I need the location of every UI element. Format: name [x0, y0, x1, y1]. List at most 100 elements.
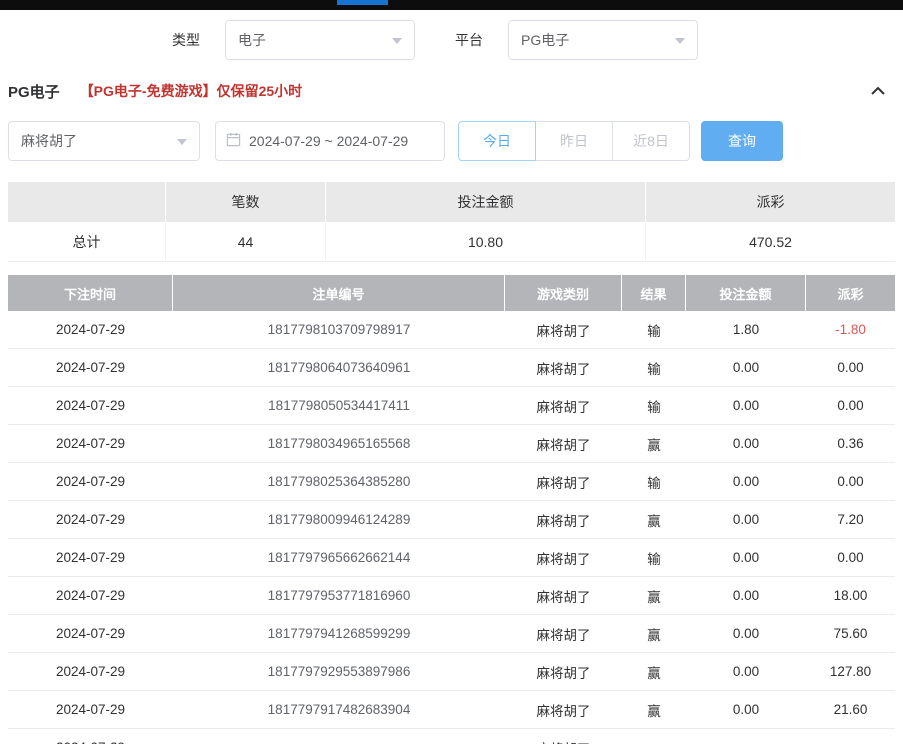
cell-id: 1817798064073640961 [173, 349, 505, 387]
cell-payout [806, 729, 895, 744]
cell-result: 输 [622, 463, 686, 501]
cell-bet: 0.00 [686, 501, 806, 539]
cell-bet: 0.00 [686, 691, 806, 729]
cell-result: 输 [622, 387, 686, 425]
header-payout: 派彩 [806, 275, 895, 311]
table-row: 2024-07-29 麻将胡了 [8, 729, 895, 744]
type-select-value: 电子 [238, 30, 392, 50]
collapse-button[interactable] [869, 84, 887, 98]
cell-result: 赢 [622, 615, 686, 653]
platform-label: 平台 [455, 30, 483, 50]
cell-result: 输 [622, 349, 686, 387]
cell-bet: 0.00 [686, 539, 806, 577]
cell-result: 输 [622, 311, 686, 349]
table-header-row: 下注时间 注单编号 游戏类别 结果 投注金额 派彩 [8, 275, 895, 311]
type-label: 类型 [172, 30, 200, 50]
date-range-value: 2024-07-29 ~ 2024-07-29 [249, 133, 408, 149]
cell-game: 麻将胡了 [505, 425, 622, 463]
cell-date: 2024-07-29 [8, 425, 173, 463]
cell-date: 2024-07-29 [8, 691, 173, 729]
cell-id: 1817797929553897986 [173, 653, 505, 691]
cell-result: 赢 [622, 653, 686, 691]
cell-payout: 18.00 [806, 577, 895, 615]
cell-result: 赢 [622, 501, 686, 539]
cell-date: 2024-07-29 [8, 577, 173, 615]
table-row: 2024-07-29 1817798050534417411 麻将胡了 输 0.… [8, 387, 895, 425]
summary-total-label: 总计 [8, 222, 166, 262]
date-range-input[interactable]: 2024-07-29 ~ 2024-07-29 [215, 121, 445, 161]
cell-payout: 0.00 [806, 463, 895, 501]
cell-game: 麻将胡了 [505, 691, 622, 729]
cell-id: 1817798103709798917 [173, 311, 505, 349]
type-select[interactable]: 电子 [225, 20, 415, 60]
game-select-value: 麻将胡了 [21, 131, 177, 151]
cell-bet: 0.00 [686, 653, 806, 691]
summary-payout-value: 470.52 [646, 222, 895, 262]
cell-game: 麻将胡了 [505, 729, 622, 744]
chevron-up-icon [869, 86, 887, 101]
table-row: 2024-07-29 1817798064073640961 麻将胡了 输 0.… [8, 349, 895, 387]
section-notice: 【PG电子-免费游戏】仅保留25小时 [80, 81, 302, 101]
platform-select[interactable]: PG电子 [508, 20, 698, 60]
cell-id [173, 729, 505, 744]
cell-date: 2024-07-29 [8, 729, 173, 744]
cell-payout: 7.20 [806, 501, 895, 539]
cell-bet: 0.00 [686, 463, 806, 501]
cell-game: 麻将胡了 [505, 615, 622, 653]
table-row: 2024-07-29 1817798103709798917 麻将胡了 输 1.… [8, 311, 895, 349]
cell-payout: 127.80 [806, 653, 895, 691]
filter-bar: 类型 电子 平台 PG电子 [0, 10, 903, 60]
chevron-down-icon [675, 38, 685, 49]
cell-payout: 0.00 [806, 539, 895, 577]
cell-result: 赢 [622, 577, 686, 615]
table-row: 2024-07-29 1817797929553897986 麻将胡了 赢 0.… [8, 653, 895, 691]
cell-result: 输 [622, 539, 686, 577]
cell-bet: 0.00 [686, 425, 806, 463]
game-select[interactable]: 麻将胡了 [8, 121, 200, 161]
table-row: 2024-07-29 1817797953771816960 麻将胡了 赢 0.… [8, 577, 895, 615]
last-8-days-button[interactable]: 近8日 [612, 121, 690, 161]
cell-result: 赢 [622, 425, 686, 463]
table-body: 2024-07-29 1817798103709798917 麻将胡了 输 1.… [8, 311, 895, 744]
cell-bet: 0.00 [686, 349, 806, 387]
table-row: 2024-07-29 1817798009946124289 麻将胡了 赢 0.… [8, 501, 895, 539]
cell-game: 麻将胡了 [505, 577, 622, 615]
summary-header-row: 笔数 投注金额 派彩 [8, 182, 895, 222]
cell-bet: 0.00 [686, 387, 806, 425]
summary-header-count: 笔数 [166, 182, 326, 222]
platform-select-value: PG电子 [521, 30, 675, 50]
summary-header-bet: 投注金额 [326, 182, 646, 222]
chevron-down-icon [177, 139, 187, 150]
cell-id: 1817797953771816960 [173, 577, 505, 615]
cell-payout: 0.00 [806, 349, 895, 387]
cell-bet [686, 729, 806, 744]
cell-payout: 0.36 [806, 425, 895, 463]
cell-date: 2024-07-29 [8, 539, 173, 577]
cell-result [622, 729, 686, 744]
summary-header-empty [8, 182, 166, 222]
chevron-down-icon [392, 38, 402, 49]
yesterday-button[interactable]: 昨日 [535, 121, 613, 161]
cell-game: 麻将胡了 [505, 539, 622, 577]
cell-game: 麻将胡了 [505, 501, 622, 539]
cell-bet: 1.80 [686, 311, 806, 349]
cell-game: 麻将胡了 [505, 653, 622, 691]
summary-total-row: 总计 44 10.80 470.52 [8, 222, 895, 262]
today-button[interactable]: 今日 [458, 121, 536, 161]
cell-date: 2024-07-29 [8, 653, 173, 691]
top-bar [0, 0, 903, 10]
summary-bet-value: 10.80 [326, 222, 646, 262]
cell-id: 1817798050534417411 [173, 387, 505, 425]
table-row: 2024-07-29 1817798025364385280 麻将胡了 输 0.… [8, 463, 895, 501]
cell-bet: 0.00 [686, 577, 806, 615]
search-button[interactable]: 查询 [701, 121, 783, 161]
cell-id: 1817797965662662144 [173, 539, 505, 577]
cell-id: 1817798025364385280 [173, 463, 505, 501]
bet-records-table: 下注时间 注单编号 游戏类别 结果 投注金额 派彩 2024-07-29 181… [8, 275, 895, 744]
summary-count-value: 44 [166, 222, 326, 262]
header-result: 结果 [622, 275, 686, 311]
cell-game: 麻将胡了 [505, 311, 622, 349]
cell-id: 1817797917482683904 [173, 691, 505, 729]
quick-date-button-group: 今日 昨日 近8日 [458, 121, 690, 161]
cell-game: 麻将胡了 [505, 349, 622, 387]
